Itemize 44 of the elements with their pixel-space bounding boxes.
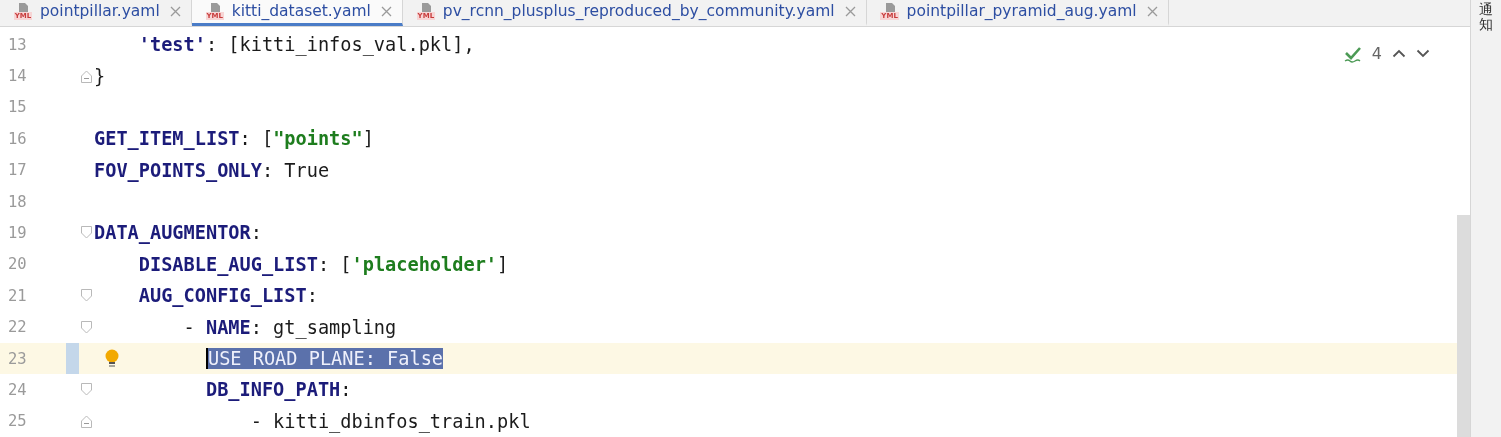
- line-number: 18: [7, 192, 28, 211]
- chevron-up-icon[interactable]: [1392, 49, 1406, 58]
- chevron-down-icon[interactable]: [1416, 49, 1430, 58]
- line-number: 22: [7, 318, 28, 337]
- line-number: 23: [7, 349, 28, 368]
- tab-label: kitti_dataset.yaml: [231, 2, 371, 21]
- line-number: 21: [7, 286, 28, 305]
- tab-label: pointpillar_pyramid_aug.yaml: [906, 2, 1137, 21]
- close-icon[interactable]: [380, 5, 392, 17]
- fold-icon[interactable]: [81, 289, 92, 303]
- code-line: FOV_POINTS_ONLY: True: [94, 159, 330, 181]
- fold-icon[interactable]: [81, 320, 92, 334]
- line-number: 14: [7, 67, 28, 85]
- scrollbar[interactable]: [1457, 215, 1470, 437]
- tab-label: pv_rcnn_plusplus_reproduced_by_community.yaml: [442, 2, 835, 21]
- code-line: DISABLE_AUG_LIST: ['placeholder']: [137, 253, 509, 275]
- unfold-icon[interactable]: [81, 414, 92, 428]
- line-number: 25: [7, 412, 28, 431]
- line-number: 13: [7, 35, 28, 54]
- unfold-icon[interactable]: [81, 69, 92, 83]
- line-number: 20: [7, 255, 28, 274]
- close-icon[interactable]: [1146, 5, 1158, 17]
- fold-icon[interactable]: [81, 383, 92, 397]
- line-number: 15: [7, 98, 28, 117]
- close-icon[interactable]: [169, 5, 181, 17]
- code-line: }: [94, 65, 106, 87]
- code-line: DATA_AUGMENTOR:: [94, 222, 262, 244]
- notifications-tab[interactable]: 通知: [1479, 2, 1493, 437]
- lightbulb-icon[interactable]: [105, 348, 119, 369]
- code-line: - kitti_dbinfos_train.pkl: [249, 410, 531, 432]
- code-line: - NAME: gt_sampling: [182, 316, 397, 338]
- code-line: DB_INFO_PATH:: [204, 379, 352, 401]
- line-number: 16: [7, 129, 28, 148]
- change-marker: [66, 342, 79, 375]
- line-number: 17: [7, 161, 28, 180]
- code-line: 'test': [kitti_infos_val.pkl],: [137, 34, 475, 56]
- problem-count: 4: [1371, 44, 1382, 63]
- close-icon[interactable]: [844, 5, 856, 17]
- code-line: AUG_CONFIG_LIST:: [137, 285, 318, 307]
- tab-label: pointpillar.yaml: [40, 2, 160, 21]
- line-number: 19: [7, 223, 28, 242]
- code-line: GET_ITEM_LIST: ["points"]: [94, 128, 374, 150]
- line-number: 24: [7, 380, 28, 399]
- fold-icon[interactable]: [81, 226, 92, 240]
